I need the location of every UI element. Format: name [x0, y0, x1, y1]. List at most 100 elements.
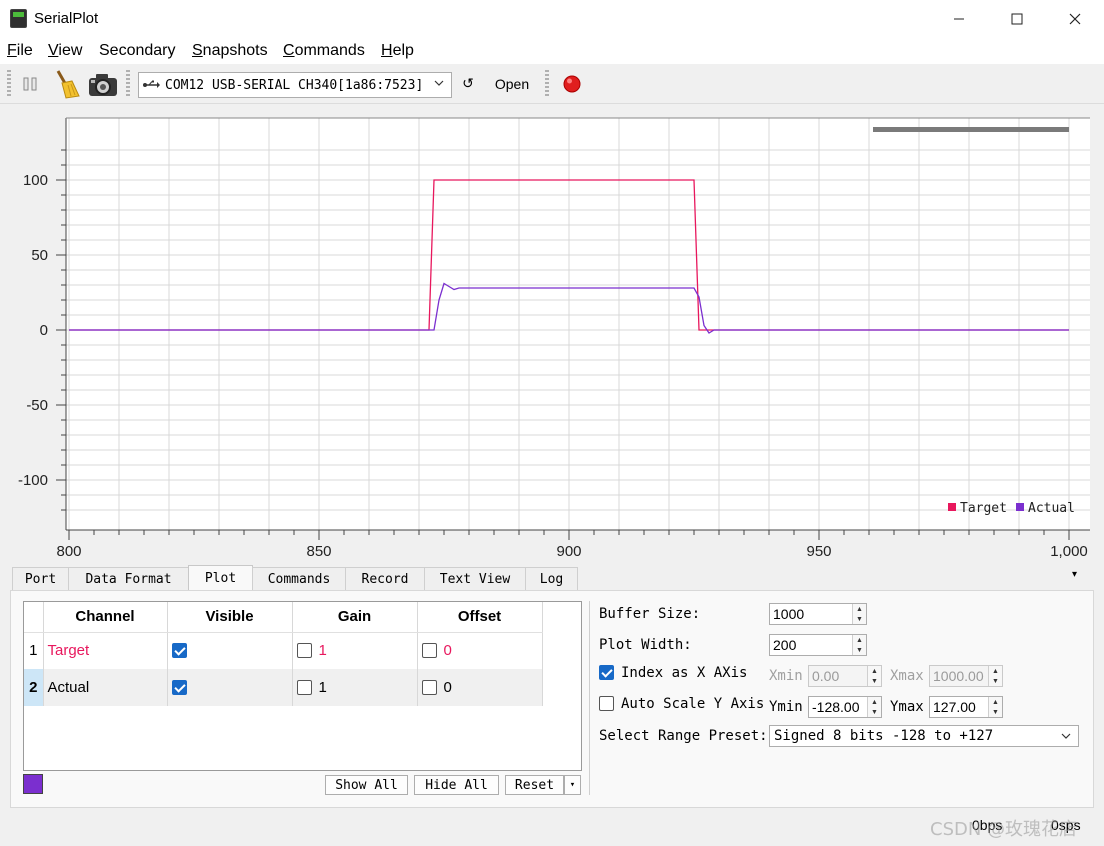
ymax-label: Ymax	[890, 699, 924, 715]
spin-up-icon[interactable]: ▲	[856, 637, 863, 644]
spin-up-icon[interactable]: ▲	[992, 699, 999, 706]
xmax-spinbox[interactable]: 1000.00 ▲ ▼	[929, 665, 1003, 687]
menu-bar: File View Secondary Snapshots Commands H…	[0, 38, 1104, 64]
offset-cell[interactable]: 0	[417, 669, 543, 706]
ymax-spinbox[interactable]: 127.00 ▲ ▼	[929, 696, 1003, 718]
tab-port[interactable]: Port	[12, 567, 69, 590]
column-header-gain[interactable]: Gain	[292, 602, 418, 633]
tab-record[interactable]: Record	[345, 567, 425, 590]
toolbar-grip[interactable]	[7, 70, 11, 98]
maximize-icon	[1011, 13, 1023, 25]
menu-view[interactable]: View	[48, 42, 82, 60]
offset-checkbox[interactable]	[421, 643, 437, 659]
channel-table: Channel Visible Gain Offset 1 Target 1 0…	[23, 601, 582, 771]
spin-down-icon[interactable]: ▼	[856, 647, 863, 654]
gain-cell[interactable]: 1	[292, 632, 418, 669]
range-preset-select[interactable]: Signed 8 bits -128 to +127	[769, 725, 1079, 747]
row-index[interactable]: 1	[24, 632, 44, 669]
clear-button[interactable]	[50, 68, 82, 100]
menu-file[interactable]: File	[7, 42, 33, 60]
buffer-size-label: Buffer Size:	[599, 606, 701, 622]
xmax-value: 1000.00	[933, 668, 984, 684]
y-tick-label: 50	[31, 247, 48, 264]
tab-log[interactable]: Log	[525, 567, 578, 590]
spin-arrows[interactable]: ▲ ▼	[852, 635, 866, 655]
gain-checkbox[interactable]	[296, 680, 312, 695]
channel-name-cell[interactable]: Target	[43, 632, 168, 669]
port-select[interactable]: COM12 USB-SERIAL CH340[1a86:7523]	[138, 72, 452, 98]
menu-snapshots[interactable]: Snapshots	[192, 42, 268, 60]
menu-help[interactable]: Help	[381, 42, 414, 60]
toolbar-grip[interactable]	[126, 70, 130, 98]
offset-cell[interactable]: 0	[417, 632, 543, 669]
channel-name-cell[interactable]: Actual	[43, 669, 168, 706]
spin-arrows[interactable]: ▲ ▼	[852, 604, 866, 624]
tab-overflow-button[interactable]: ▾	[1072, 569, 1077, 580]
gain-checkbox[interactable]	[296, 643, 312, 659]
spin-arrows[interactable]: ▲ ▼	[867, 697, 881, 717]
index-as-x-label: Index as X AXis	[621, 665, 748, 681]
spin-up-icon[interactable]: ▲	[871, 668, 878, 675]
visible-checkbox[interactable]	[171, 643, 187, 659]
port-select-value: COM12 USB-SERIAL CH340[1a86:7523]	[165, 77, 424, 93]
tab-plot[interactable]: Plot	[188, 565, 253, 590]
maximize-button[interactable]	[988, 0, 1046, 38]
tab-text-view[interactable]: Text View	[424, 567, 526, 590]
legend-label: Target	[960, 501, 1007, 516]
toolbar-grip[interactable]	[545, 70, 549, 98]
menu-secondary[interactable]: Secondary	[99, 42, 176, 60]
table-row[interactable]: 1 Target 1 0	[24, 632, 543, 669]
close-button[interactable]	[1046, 0, 1104, 38]
pause-button[interactable]	[16, 68, 44, 100]
minimize-button[interactable]	[930, 0, 988, 38]
plot-chart[interactable]: -100 -50 0 50 100 800 850 900 950 1,000 Target Actu…	[0, 105, 1104, 565]
spin-down-icon[interactable]: ▼	[992, 678, 999, 685]
visible-checkbox[interactable]	[171, 680, 187, 695]
row-index[interactable]: 2	[24, 669, 44, 706]
buffer-size-spinbox[interactable]: 1000 ▲ ▼	[769, 603, 867, 625]
tab-data-format[interactable]: Data Format	[68, 567, 189, 590]
legend-label: Actual	[1028, 501, 1075, 516]
spin-down-icon[interactable]: ▼	[856, 616, 863, 623]
index-as-x-checkbox[interactable]	[599, 665, 614, 680]
table-row[interactable]: 2 Actual 1 0	[24, 669, 543, 706]
ymin-label: Ymin	[769, 699, 803, 715]
reset-button[interactable]: Reset	[505, 775, 564, 795]
gain-cell[interactable]: 1	[292, 669, 418, 706]
spin-up-icon[interactable]: ▲	[856, 606, 863, 613]
spin-down-icon[interactable]: ▼	[992, 709, 999, 716]
open-port-button[interactable]: Open	[490, 68, 534, 100]
auto-scale-y-checkbox[interactable]	[599, 696, 614, 711]
show-all-button[interactable]: Show All	[325, 775, 408, 795]
visible-cell[interactable]	[167, 632, 293, 669]
menu-commands[interactable]: Commands	[283, 42, 365, 60]
spin-arrows[interactable]: ▲ ▼	[988, 666, 1002, 686]
chevron-down-icon	[1061, 733, 1071, 739]
visible-cell[interactable]	[167, 669, 293, 706]
tab-commands[interactable]: Commands	[252, 567, 346, 590]
spin-up-icon[interactable]: ▲	[992, 668, 999, 675]
x-tick-label: 900	[556, 543, 581, 560]
spin-arrows[interactable]: ▲ ▼	[988, 697, 1002, 717]
ymin-spinbox[interactable]: -128.00 ▲ ▼	[808, 696, 882, 718]
column-header-visible[interactable]: Visible	[167, 602, 293, 633]
reset-menu-button[interactable]: ▾	[564, 775, 581, 795]
xmin-spinbox[interactable]: 0.00 ▲ ▼	[808, 665, 882, 687]
minimize-icon	[954, 18, 964, 20]
spin-arrows[interactable]: ▲ ▼	[867, 666, 881, 686]
hide-all-button[interactable]: Hide All	[414, 775, 499, 795]
xmin-value: 0.00	[812, 668, 840, 684]
spin-down-icon[interactable]: ▼	[871, 678, 878, 685]
offset-checkbox[interactable]	[421, 680, 437, 695]
column-header-channel[interactable]: Channel	[43, 602, 168, 633]
refresh-icon: ↺	[462, 76, 474, 92]
spin-down-icon[interactable]: ▼	[871, 709, 878, 716]
column-header-offset[interactable]: Offset	[417, 602, 543, 633]
spin-up-icon[interactable]: ▲	[871, 699, 878, 706]
refresh-button[interactable]: ↺	[458, 68, 478, 100]
record-button[interactable]	[560, 68, 584, 100]
plot-width-spinbox[interactable]: 200 ▲ ▼	[769, 634, 867, 656]
snapshot-button[interactable]	[86, 68, 120, 100]
x-tick-label: 950	[806, 543, 831, 560]
channel-color-button[interactable]	[23, 774, 43, 794]
